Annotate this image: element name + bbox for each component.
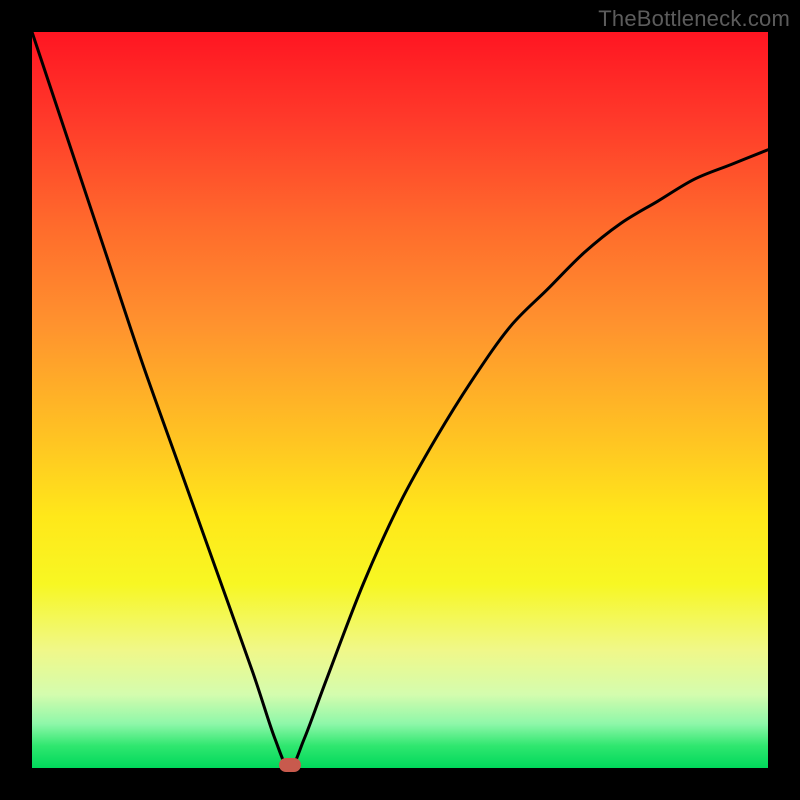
watermark-text: TheBottleneck.com	[598, 6, 790, 32]
plot-area	[32, 32, 768, 768]
chart-frame: TheBottleneck.com	[0, 0, 800, 800]
optimum-marker	[279, 758, 301, 772]
bottleneck-curve	[32, 32, 768, 768]
curve-svg	[32, 32, 768, 768]
